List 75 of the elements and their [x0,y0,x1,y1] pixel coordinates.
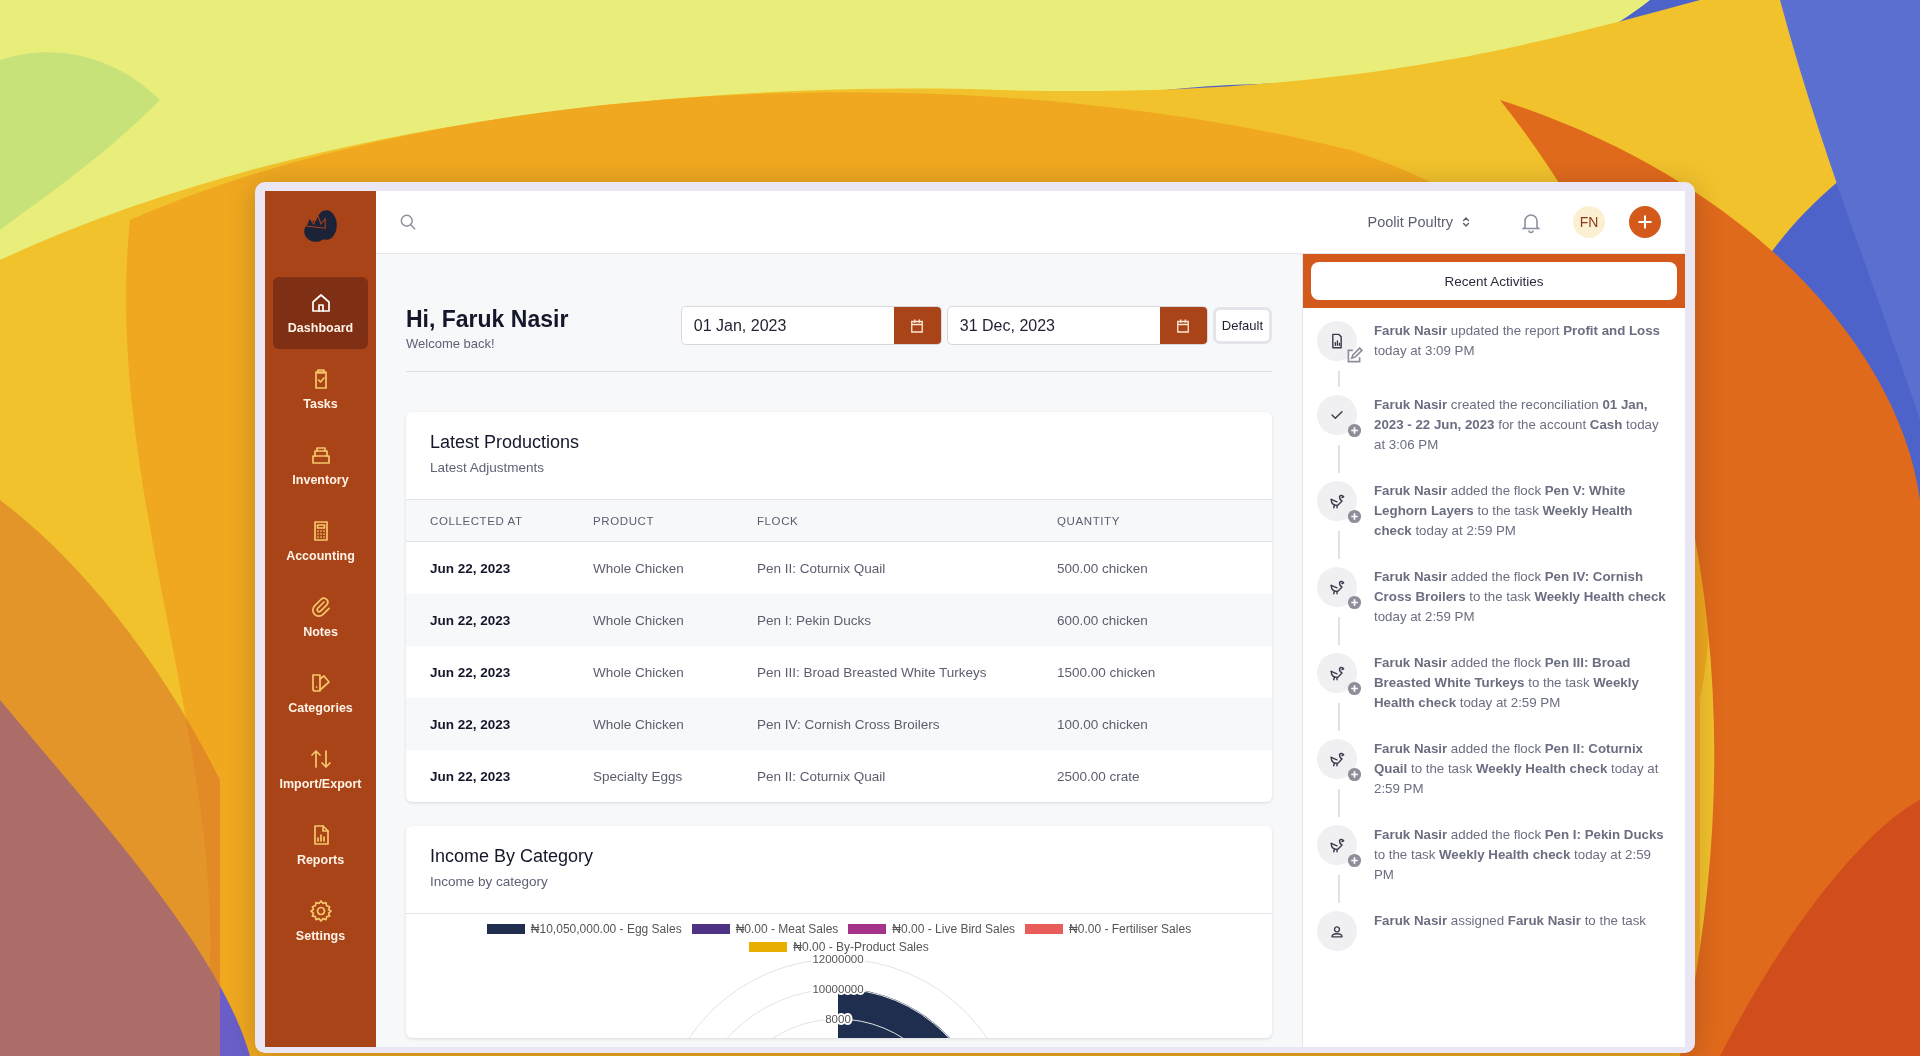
activity-text: Faruk Nasir added the flock Pen IV: Cornish Cross Broilers to the task Weekly Health check today at 2:59 PM [1374,568,1667,626]
check-icon [1315,395,1363,439]
calendar-button[interactable] [1159,307,1207,344]
table-cell: Pen II: Coturnix Quail [733,750,1033,802]
table-cell: Whole Chicken [569,594,733,646]
settings-icon [308,899,333,923]
user-avatar[interactable]: FN [1573,206,1605,238]
table-cell: Whole Chicken [569,541,733,594]
card-title: Latest Productions [430,432,581,453]
nav-item[interactable]: Reports [273,809,368,881]
bird-icon [1315,825,1363,869]
table-cell: 600.00 chicken [1033,594,1272,646]
bird-icon [1315,653,1363,697]
activity-text: Faruk Nasir added the flock Pen III: Broad Breasted White Turkeys to the task Weekly Health check today at 2:59 PM [1374,654,1640,712]
nav-item[interactable]: Categories [273,657,368,729]
activity-text: Faruk Nasir updated the report Profit and Loss today at 3:09 PM [1374,322,1661,360]
table-cell: Whole Chicken [569,646,733,698]
nav-item[interactable]: Accounting [273,505,368,577]
activity-text: Faruk Nasir created the reconciliation 01 Jan, 2023 - 22 Jun, 2023 for the account Cash today at 3:06 PM [1374,396,1660,454]
bird-icon [1315,567,1363,611]
greeting-title: Hi, Faruk Nasir [406,306,569,333]
activity-text: Faruk Nasir added the flock Pen V: White Leghorn Layers to the task Weekly Health check today at 2:59 PM [1374,482,1634,540]
card-title: Income By Category [430,846,595,867]
table-cell: Jun 22, 2023 [406,594,569,646]
legend-label: ₦0.00 - By-Product Sales [793,940,929,954]
table-cell: Pen III: Broad Breasted White Turkeys [733,646,1033,698]
table-cell: 2500.00 crate [1033,750,1272,802]
nav-item[interactable]: Dashboard [273,277,368,349]
table-cell: 500.00 chicken [1033,541,1272,594]
column-header: PRODUCT [569,500,733,542]
table-cell: Jun 22, 2023 [406,541,569,594]
column-header: FLOCK [733,500,1033,542]
scale-label: 10000000 [812,983,864,995]
legend-label: ₦0.00 - Meat Sales [735,922,839,936]
start-date-field[interactable]: 01 Jan, 2023 [680,306,942,345]
nav-item[interactable]: Notes [273,581,368,653]
search-icon[interactable] [398,212,418,232]
table-cell: Pen II: Coturnix Quail [733,541,1033,594]
calendar-button[interactable] [893,307,941,344]
table-cell: Pen I: Pekin Ducks [733,594,1033,646]
table-cell: 1500.00 chicken [1033,646,1272,698]
card-subtitle: Latest Adjustments [430,460,546,475]
table-cell: Specialty Eggs [569,750,733,802]
legend-label: ₦10,050,000.00 - Egg Sales [530,922,682,936]
card-subtitle: Income by category [430,874,549,889]
table-cell: Jun 22, 2023 [406,646,569,698]
bird-icon [1315,739,1363,783]
table-cell: Pen IV: Cornish Cross Broilers [733,698,1033,750]
add-button[interactable] [1629,206,1661,238]
table-cell: Jun 22, 2023 [406,698,569,750]
default-button[interactable]: Default [1212,307,1272,344]
table-cell: Whole Chicken [569,698,733,750]
table-cell: 100.00 chicken [1033,698,1272,750]
nav-item[interactable]: Import/Export [273,733,368,805]
plus-icon [1635,212,1655,232]
activity-text: Faruk Nasir added the flock Pen II: Coturnix Quail to the task Weekly Health check today at 2:59 PM [1374,740,1660,798]
bird-icon [1315,481,1363,525]
nav-item[interactable]: Inventory [273,429,368,501]
activity-text: Faruk Nasir added the flock Pen I: Pekin Ducks to the task Weekly Health check today at 2:59 PM [1374,826,1665,884]
table-cell: Jun 22, 2023 [406,750,569,802]
legend-label: ₦0.00 - Live Bird Sales [892,922,1016,936]
recent-activities-button[interactable]: Recent Activities [1311,262,1677,300]
column-header: COLLECTED AT [406,500,569,542]
nav-item[interactable]: Settings [273,885,368,957]
end-date-field[interactable]: 31 Dec, 2023 [946,306,1208,345]
scale-label: 12000000 [812,954,864,965]
legend-label: ₦0.00 - Fertiliser Sales [1069,922,1192,936]
nav-item[interactable]: Tasks [273,353,368,425]
column-header: QUANTITY [1033,500,1272,542]
chevron-updown-icon [1461,214,1471,230]
activity-text: Faruk Nasir assigned Faruk Nasir to the task [1374,912,1647,930]
organization-selector[interactable]: Poolit Poultry [1367,214,1471,230]
arrows-icon [308,747,333,771]
greeting-subtitle: Welcome back! [406,336,496,351]
document-icon [1315,321,1363,365]
